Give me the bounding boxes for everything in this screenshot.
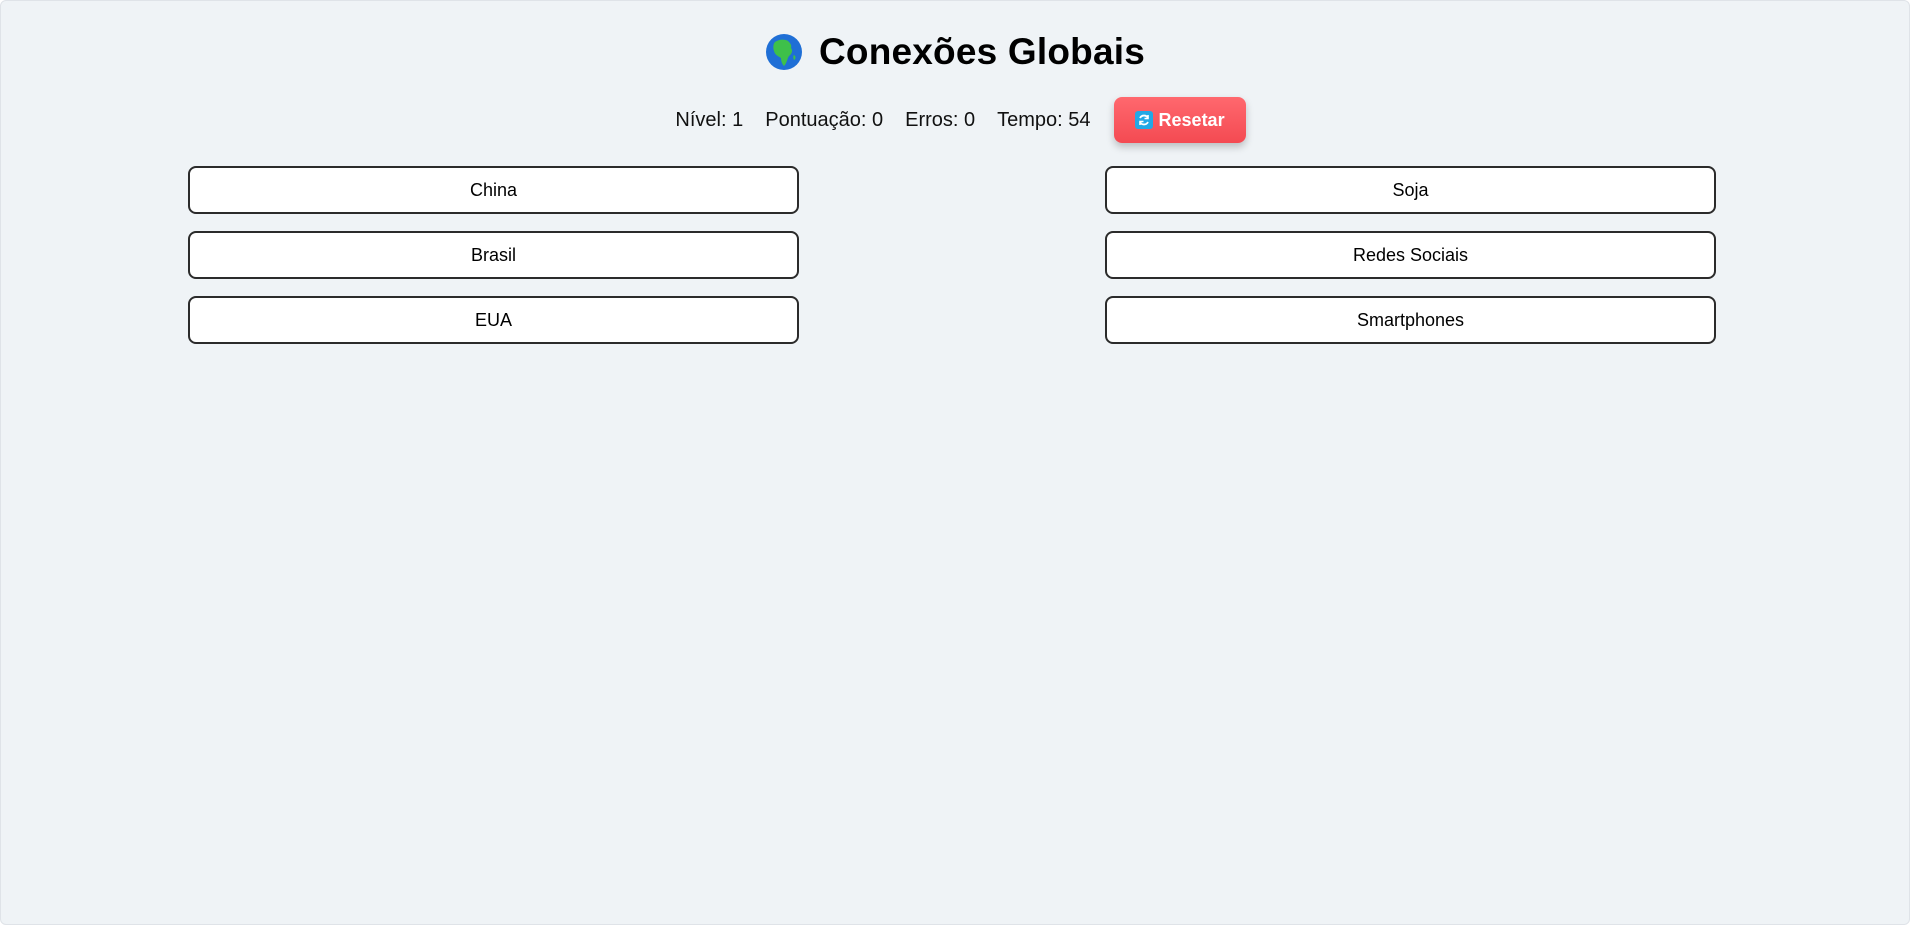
game-header: Conexões Globais — [1, 31, 1909, 73]
left-item-brasil[interactable]: Brasil — [188, 231, 799, 279]
reset-button[interactable]: Resetar — [1113, 97, 1246, 143]
left-item-china[interactable]: China — [188, 166, 799, 214]
right-item-soja[interactable]: Soja — [1105, 166, 1716, 214]
level-stat: Nível: 1 — [675, 108, 744, 131]
right-column: Soja Redes Sociais Smartphones — [1105, 166, 1716, 344]
stats-bar: Nível: 1 Pontuação: 0 Erros: 0 Tempo: 54… — [1, 97, 1909, 143]
page-title: Conexões Globais — [818, 31, 1145, 72]
right-item-redes-sociais[interactable]: Redes Sociais — [1105, 231, 1716, 279]
left-column: China Brasil EUA — [188, 166, 799, 344]
globe-africa-icon — [765, 33, 803, 71]
errors-stat: Erros: 0 — [905, 108, 976, 131]
reset-button-label: Resetar — [1158, 109, 1225, 130]
time-stat: Tempo: 54 — [997, 108, 1091, 131]
right-item-smartphones[interactable]: Smartphones — [1105, 296, 1716, 344]
left-item-eua[interactable]: EUA — [188, 296, 799, 344]
score-stat: Pontuação: 0 — [765, 108, 884, 131]
game-container: Conexões Globais Nível: 1 Pontuação: 0 E… — [0, 0, 1910, 925]
refresh-icon — [1134, 111, 1153, 129]
